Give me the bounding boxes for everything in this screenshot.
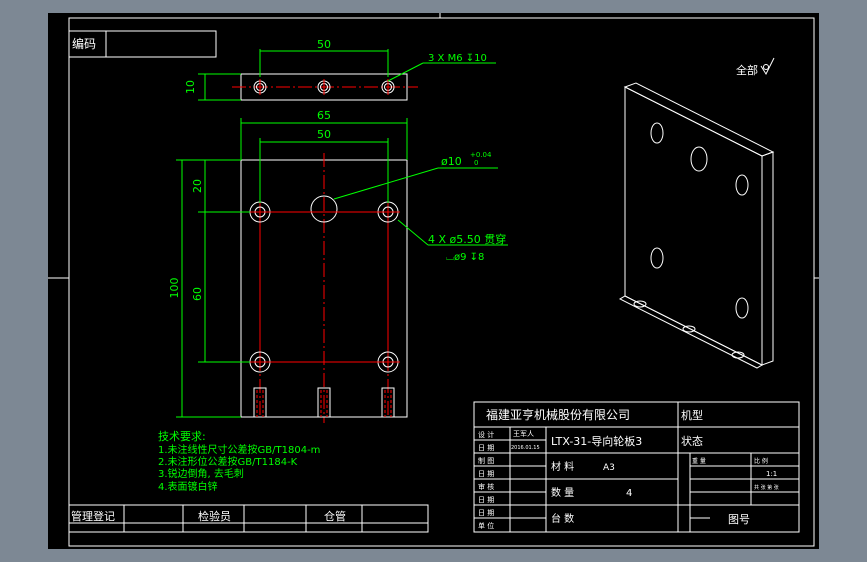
model-label: 机型 (681, 408, 703, 422)
dim-hole-spacing: 50 (317, 128, 331, 141)
front-view-centerlines (259, 153, 389, 423)
company-name: 福建亚亨机械股份有限公司 (486, 407, 630, 422)
drawing-no-label: 图号 (728, 513, 750, 526)
dim-overall-width: 65 (317, 109, 331, 122)
counterbore-sub: ⌴ø9 ↧8 (446, 252, 484, 263)
counterbore-note: 4 X ø5.50 贯穿 (428, 232, 506, 246)
notes-heading: 技术要求: (158, 430, 206, 443)
draw-label: 制 图 (478, 456, 494, 465)
scale-label: 比 例 (754, 457, 768, 465)
bottom-label-inspector: 检验员 (198, 509, 231, 523)
dim-100: 100 (168, 278, 181, 299)
units-label: 台 数 (551, 512, 574, 525)
weight-label: 重 量 (692, 457, 706, 465)
dim-center-hole: ø10 (441, 155, 462, 168)
design-label: 设 计 (478, 430, 494, 439)
note-2: 2.未注形位公差按GB/T1184-K (158, 455, 298, 468)
status-label: 状态 (681, 434, 703, 448)
bottom-strip (68, 504, 429, 533)
dim-top-thickness: 10 (184, 80, 197, 94)
draw-date-label: 日 期 (478, 470, 494, 478)
surface-finish-icon (760, 57, 775, 76)
front-view-holes (249, 195, 399, 373)
bottom-label-warehouse: 仓管 (324, 509, 346, 523)
quantity-value: 4 (626, 488, 632, 499)
tol-plus: +0.04 (470, 151, 492, 159)
code-label: 编码 (72, 36, 96, 51)
cad-drawing: 编码 50 10 3 X M6 ↧10 65 50 ø10 +0.04 0 4 … (48, 13, 819, 547)
thread-note: 3 X M6 ↧10 (428, 53, 487, 64)
unit-label: 单 位 (478, 521, 494, 530)
note-3: 3.锐边倒角, 去毛刺 (158, 467, 244, 480)
isometric-view (618, 82, 775, 369)
dim-60: 60 (191, 287, 204, 301)
dim-top-width: 50 (317, 38, 331, 51)
scale-value: 1:1 (766, 470, 777, 478)
material-label: 材 料 (551, 460, 574, 473)
note-4: 4.表面镀白锌 (158, 480, 218, 493)
design-date: 2016.01.15 (511, 445, 540, 451)
design-date-label: 日 期 (478, 444, 494, 452)
bottom-label-register: 管理登记 (71, 509, 115, 523)
check-label: 审 核 (478, 482, 494, 491)
sheet-label: 共 张 第 张 (754, 484, 779, 491)
material-value: A3 (603, 463, 615, 473)
note-1: 1.未注线性尺寸公差按GB/T1804-m (158, 443, 320, 456)
tol-minus: 0 (474, 159, 478, 167)
drawing-title: LTX-31-导向轮板3 (551, 434, 642, 448)
drawing-sheet: 编码 50 10 3 X M6 ↧10 65 50 ø10 +0.04 0 4 … (48, 13, 819, 549)
quantity-label: 数 量 (551, 486, 574, 499)
surface-label: 全部 (736, 63, 758, 77)
designer-name: 王军人 (513, 430, 534, 438)
approve-date-label: 日 期 (478, 509, 494, 517)
dim-20: 20 (191, 179, 204, 193)
check-date-label: 日 期 (478, 496, 494, 504)
